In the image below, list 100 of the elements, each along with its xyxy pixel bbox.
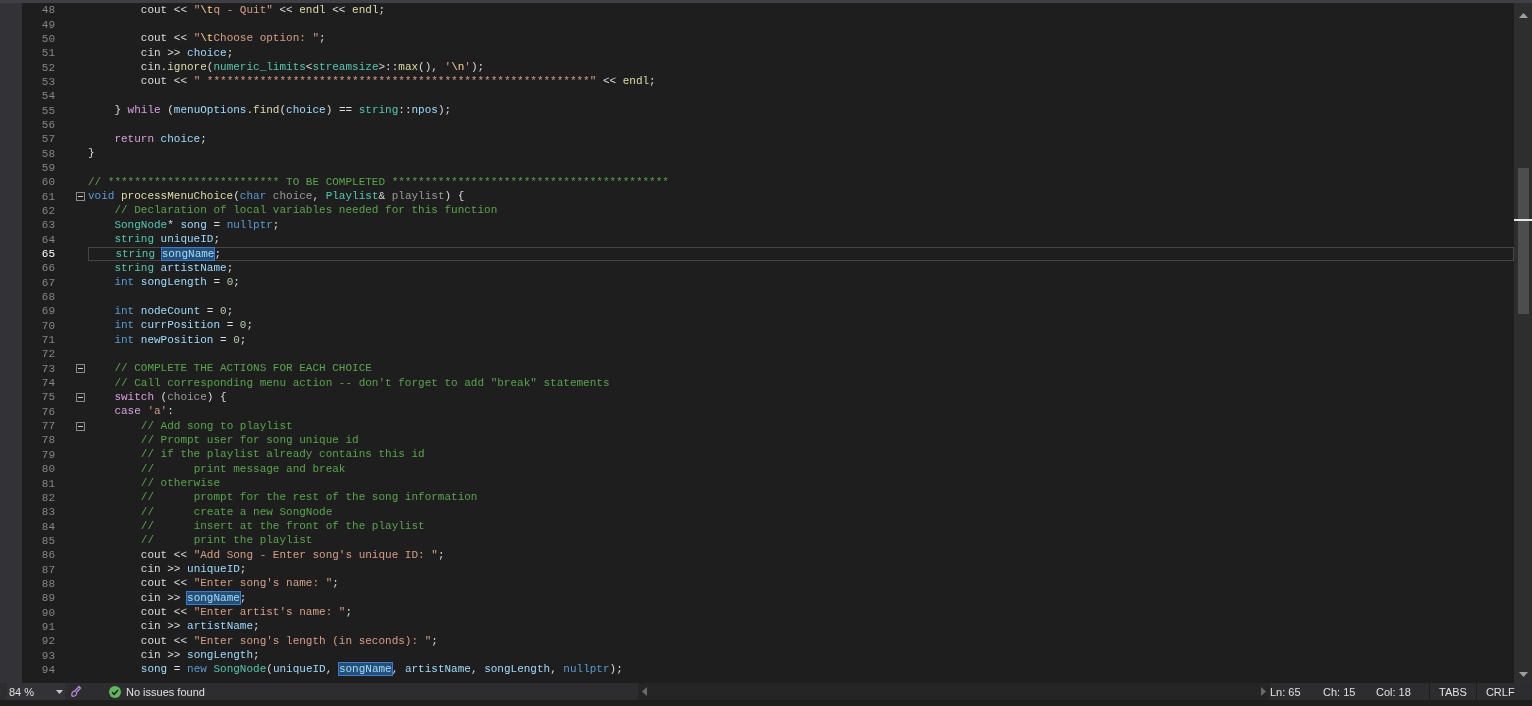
code-line: cout << "Add Song - Enter song's unique ID: ";: [139, 548, 445, 562]
line-number: 87: [40, 562, 55, 577]
collapse-icon[interactable]: [76, 421, 85, 431]
line-number: 56: [40, 117, 55, 132]
line-number: 76: [40, 404, 55, 419]
code-line: cout << " **********************************************************" << endl;: [139, 75, 656, 89]
code-line: // Add song to playlist: [139, 419, 293, 433]
line-number: 88: [40, 576, 55, 591]
scroll-down-icon[interactable]: [1518, 672, 1528, 677]
code-line: int songLength = 0;: [113, 276, 240, 290]
line-number: 80: [40, 462, 55, 477]
code-line: cout << "\tChoose option: ";: [139, 32, 326, 46]
code-line: cin >> songName;: [139, 591, 247, 605]
line-number: 78: [40, 433, 55, 448]
code-line: // COMPLETE THE ACTIONS FOR EACH CHOICE: [113, 362, 372, 376]
line-number: 94: [40, 663, 55, 677]
line-number: 77: [40, 419, 55, 434]
code-line: // Declaration of local variables needed for this function: [113, 204, 498, 218]
line-number: 72: [40, 347, 55, 362]
brush-icon[interactable]: [70, 685, 82, 698]
cursor-position: Ln: 65: [1270, 685, 1302, 698]
line-number: 69: [40, 304, 55, 319]
zoom-dropdown[interactable]: 84 %: [7, 683, 65, 700]
code-line: return choice;: [113, 132, 207, 146]
code-line: cout << "Enter song's name: ";: [139, 577, 339, 591]
issues-status[interactable]: No issues found: [126, 685, 638, 698]
code-line: SongNode* song = nullptr;: [113, 218, 280, 232]
caret-position-marker: [1514, 219, 1532, 221]
code-line: // Call corresponding menu action -- don't forget to add "break" statements: [113, 376, 610, 390]
line-number: 90: [40, 605, 55, 620]
line-number: 52: [40, 60, 55, 75]
line-number: 50: [40, 31, 55, 46]
code-line: // prompt for the rest of the song information: [139, 491, 478, 505]
collapse-icon[interactable]: [76, 392, 85, 402]
line-number: 61: [40, 189, 55, 204]
code-line: cout << "Enter artist's name: ";: [139, 606, 353, 620]
code-line: string artistName;: [113, 261, 234, 275]
code-line: // if the playlist already contains this id: [139, 448, 425, 462]
code-line: cout << "Enter song's length (in seconds): ";: [139, 634, 438, 648]
line-number: 58: [40, 146, 55, 161]
line-number: 67: [40, 275, 55, 290]
line-number: 63: [40, 218, 55, 233]
code-line: // Prompt user for song unique id: [139, 434, 359, 447]
line-number: 54: [40, 89, 55, 104]
line-number: 92: [40, 634, 55, 649]
line-number: 70: [40, 318, 55, 333]
scroll-left-icon[interactable]: [642, 687, 647, 696]
code-line: song = new SongNode(uniqueID, songName, artistName, songLength, nullptr);: [139, 663, 623, 677]
code-line: switch (choice) {: [113, 390, 227, 404]
code-line: }: [88, 147, 95, 161]
line-number: 79: [40, 447, 55, 462]
scroll-right-icon[interactable]: [1261, 687, 1266, 696]
code-line: // create a new SongNode: [139, 505, 333, 519]
code-line: // ************************** TO BE COMPLETED ******************************************: [88, 175, 669, 189]
code-line: int nodeCount = 0;: [113, 304, 234, 318]
code-line: } while (menuOptions.find(choice) == string::npos);: [113, 104, 452, 118]
line-number: 64: [40, 232, 55, 247]
line-number: 89: [40, 591, 55, 606]
code-line: string songName;: [114, 247, 222, 261]
collapse-icon[interactable]: [76, 192, 85, 202]
code-line: int currPosition = 0;: [113, 319, 254, 333]
code-line: void processMenuChoice(char choice, Playlist& playlist) {: [88, 190, 465, 204]
line-number: 93: [40, 648, 55, 663]
line-number: 85: [40, 533, 55, 548]
code-line: // otherwise: [139, 477, 221, 490]
code-line: // print message and break: [139, 462, 346, 476]
line-number: 82: [40, 490, 55, 505]
caret-icon: [56, 689, 63, 694]
check-icon: [109, 685, 121, 698]
code-line: case 'a':: [113, 405, 174, 419]
line-number: 62: [40, 204, 55, 218]
code-line: cin >> songLength;: [139, 649, 260, 663]
line-number: 75: [40, 390, 55, 405]
line-number: 49: [40, 17, 55, 32]
line-number: 53: [40, 74, 55, 89]
line-number: 73: [40, 361, 55, 376]
code-line: // insert at the front of the playlist: [139, 520, 425, 534]
line-number: 66: [40, 261, 55, 276]
line-number: 55: [40, 103, 55, 118]
line-number: 68: [40, 290, 55, 305]
code-line: // print the playlist: [139, 534, 313, 548]
code-line: int newPosition = 0;: [113, 333, 247, 347]
code-line: string uniqueID;: [113, 233, 221, 247]
code-line: cin.ignore(numeric_limits<streamsize>::max(), '\n');: [139, 61, 485, 75]
line-number: 48: [40, 3, 55, 18]
line-number: 65: [40, 247, 55, 261]
cursor-position: Ch: 15: [1323, 685, 1357, 698]
line-number: 83: [40, 505, 55, 520]
code-line: cin >> choice;: [139, 46, 234, 60]
code-line: cout << "\tq - Quit" << endl << endl;: [139, 3, 386, 17]
line-number: 60: [40, 175, 55, 190]
line-number: 81: [40, 476, 55, 491]
line-number: 51: [40, 46, 55, 61]
line-number: 86: [40, 548, 55, 563]
scroll-up-icon[interactable]: [1518, 13, 1528, 18]
code-line: cin >> uniqueID;: [139, 563, 247, 577]
scrollbar-thumb[interactable]: [1518, 168, 1529, 314]
line-number: 91: [40, 619, 55, 634]
line-number: 84: [40, 519, 55, 534]
collapse-icon[interactable]: [76, 364, 85, 374]
